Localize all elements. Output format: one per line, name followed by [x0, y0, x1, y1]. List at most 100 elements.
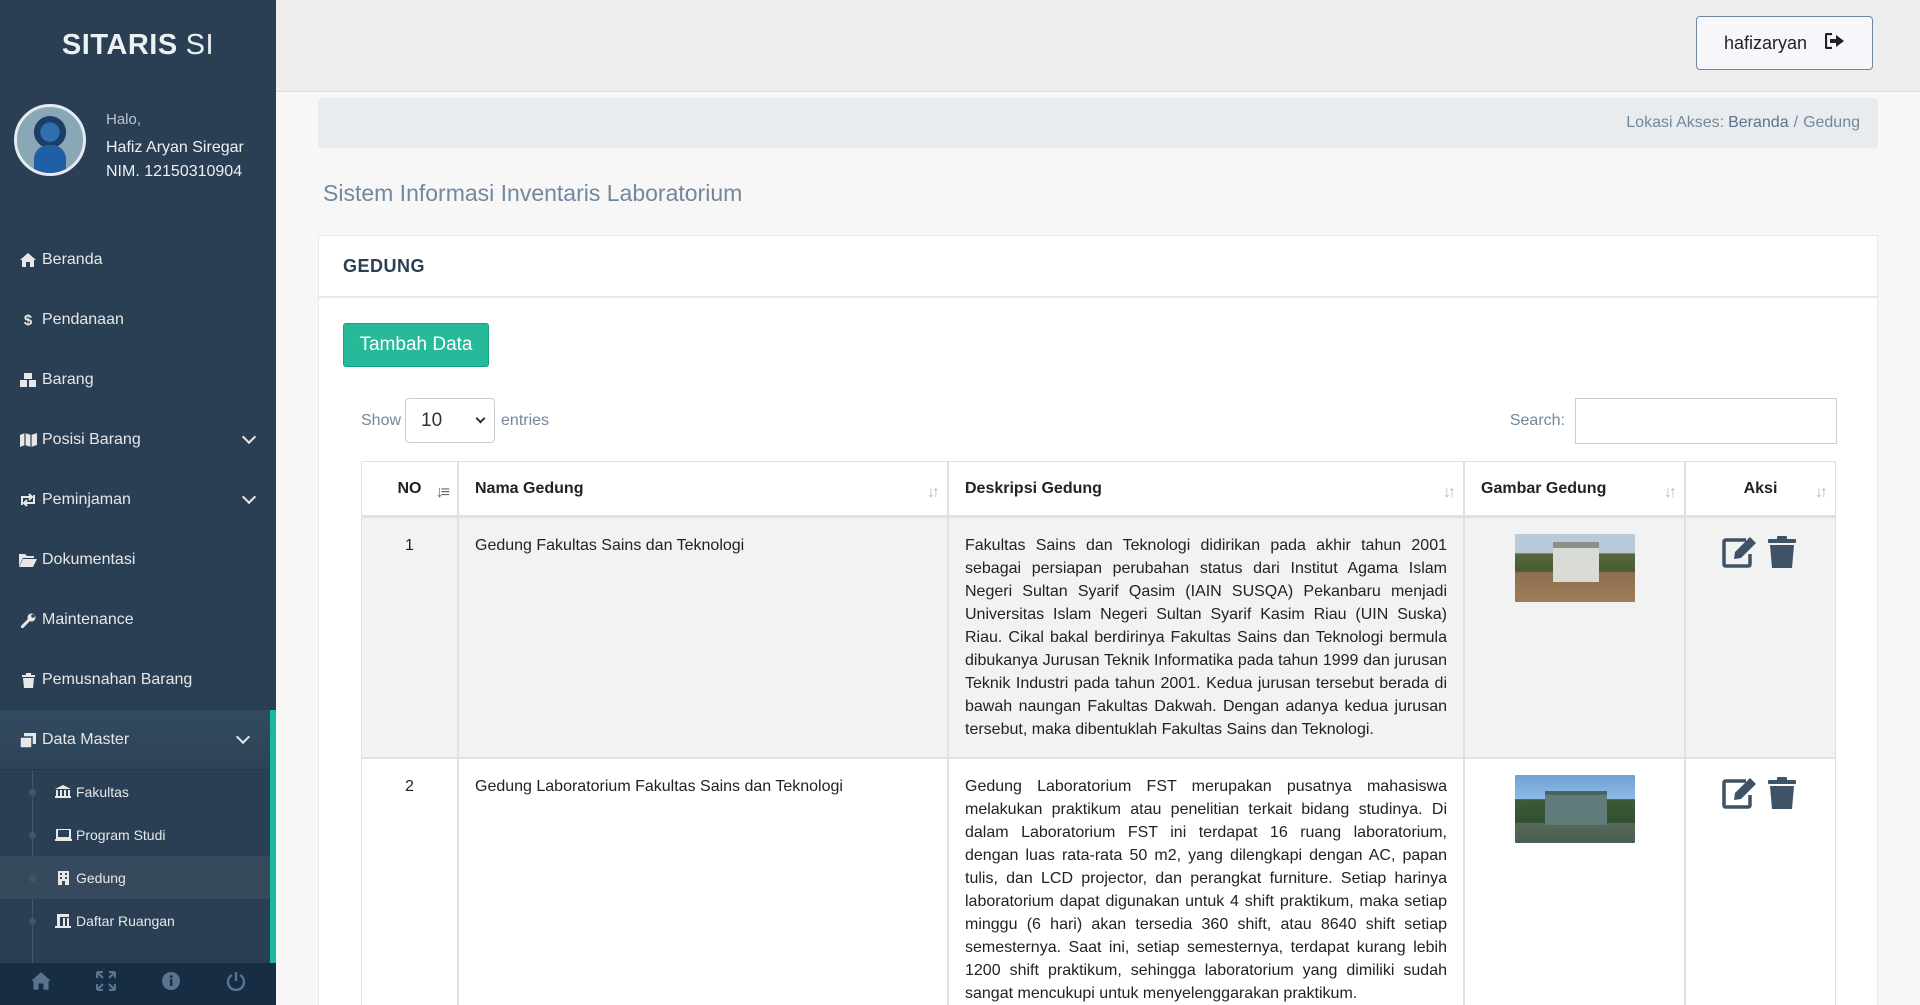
sidebar-item-label: Pendanaan — [42, 311, 124, 328]
sidebar-item-data-master[interactable]: Data Master — [0, 710, 276, 770]
entries-select[interactable]: 10 — [405, 398, 496, 443]
breadcrumb-current: Gedung — [1803, 114, 1860, 131]
search-input[interactable] — [1575, 398, 1837, 444]
sidebar-item-maintenance[interactable]: Maintenance — [0, 590, 276, 650]
sidebar-item-label: Barang — [42, 371, 94, 388]
dollar-icon: $ — [23, 311, 33, 329]
cell-gambar — [1464, 517, 1685, 758]
sidebar-item-label: Peminjaman — [42, 491, 131, 508]
cell-deskripsi: Gedung Laboratorium FST merupakan pusatn… — [948, 758, 1464, 1005]
submenu-item-label: Gedung — [76, 869, 126, 886]
column-header-no[interactable]: NO ↓≡ — [361, 461, 458, 517]
cell-gambar — [1464, 758, 1685, 1005]
delete-icon[interactable] — [1763, 534, 1801, 570]
sidebar-item-pemusnahan-barang[interactable]: Pemusnahan Barang — [0, 650, 276, 710]
panel-title: GEDUNG — [319, 236, 1877, 298]
sign-out-icon — [1824, 32, 1845, 54]
gedung-panel: GEDUNG Tambah Data Show 10 entries Searc… — [318, 235, 1878, 1005]
sidebar-item-posisi-barang[interactable]: Posisi Barang — [0, 410, 276, 470]
folder-open-icon — [18, 553, 38, 567]
submenu-item-fakultas[interactable]: Fakultas — [0, 770, 270, 813]
column-header-nama-gedung[interactable]: Nama Gedung ↓↑ — [458, 461, 948, 517]
power-icon[interactable] — [216, 971, 256, 997]
edit-icon[interactable] — [1721, 775, 1759, 811]
column-header-label: NO — [397, 479, 422, 497]
trash-icon — [18, 672, 38, 688]
main-content: Lokasi Akses: Beranda / Gedung Sistem In… — [276, 92, 1920, 1005]
profile-greeting: Halo, — [106, 111, 142, 128]
sidebar-footer — [0, 963, 276, 1005]
submenu-item-daftar-ruangan[interactable]: Daftar Ruangan — [0, 899, 270, 942]
add-data-button[interactable]: Tambah Data — [343, 323, 489, 367]
table-row: 1 Gedung Fakultas Sains dan Teknologi Fa… — [361, 517, 1836, 758]
breadcrumb-prefix: Lokasi Akses: — [1626, 114, 1725, 131]
chevron-down-icon — [241, 429, 257, 445]
cell-nama-gedung: Gedung Laboratorium Fakultas Sains dan T… — [458, 758, 948, 1005]
building-thumbnail[interactable] — [1514, 775, 1635, 843]
entries-label: entries — [501, 411, 550, 429]
entries-length-control: Show 10 entries — [361, 398, 549, 443]
submenu-item-program-studi[interactable]: Program Studi — [0, 813, 270, 856]
building-thumbnail[interactable] — [1514, 534, 1635, 602]
cell-no: 1 — [361, 517, 458, 758]
table-row: 2 Gedung Laboratorium Fakultas Sains dan… — [361, 758, 1836, 1005]
cell-nama-gedung: Gedung Fakultas Sains dan Teknologi — [458, 517, 948, 758]
sidebar-item-label: Posisi Barang — [42, 431, 141, 448]
info-icon[interactable] — [151, 971, 191, 997]
sidebar-item-barang[interactable]: Barang — [0, 350, 276, 410]
map-icon — [18, 433, 38, 447]
user-logout-button[interactable]: hafizaryan — [1696, 16, 1873, 70]
cell-aksi — [1685, 758, 1836, 1005]
page-title: Sistem Informasi Inventaris Laboratorium — [323, 180, 743, 206]
entries-select-value: 10 — [421, 409, 443, 431]
brand-title: SITARIS — [61, 28, 178, 61]
fullscreen-icon[interactable] — [86, 970, 126, 997]
column-header-label: Nama Gedung — [475, 479, 584, 497]
sidebar-item-label: Data Master — [42, 731, 130, 748]
submenu-item-gedung[interactable]: Gedung — [0, 856, 270, 899]
breadcrumb-separator: / — [1793, 114, 1799, 131]
column-header-deskripsi-gedung[interactable]: Deskripsi Gedung ↓↑ — [948, 461, 1464, 517]
sidebar-item-label: Maintenance — [42, 611, 134, 628]
search-label: Search: — [1509, 412, 1565, 429]
chevron-down-icon — [475, 413, 486, 424]
search-control: Search: — [1510, 398, 1837, 444]
cell-aksi — [1685, 517, 1836, 758]
sidebar: SITARIS SI Halo, Hafiz Aryan Siregar NIM… — [0, 0, 276, 1005]
avatar — [14, 104, 86, 176]
chevron-down-icon — [241, 489, 257, 505]
column-header-gambar-gedung[interactable]: Gambar Gedung ↓↑ — [1464, 461, 1685, 517]
column-header-aksi[interactable]: Aksi ↓↑ — [1685, 461, 1836, 517]
sort-icon: ↓↑ — [1664, 484, 1677, 501]
cubes-icon — [18, 373, 38, 387]
sort-icon: ↓↑ — [1815, 484, 1828, 501]
brand-logo[interactable]: SITARIS SI — [0, 0, 276, 90]
top-navbar: hafizaryan — [276, 0, 1920, 92]
sidebar-item-dokumentasi[interactable]: Dokumentasi — [0, 530, 276, 590]
sidebar-item-peminjaman[interactable]: Peminjaman — [0, 470, 276, 530]
sort-icon: ↓↑ — [927, 484, 940, 501]
data-master-submenu: Fakultas Program Studi Gedung Daftar Rua… — [0, 770, 276, 970]
cell-no: 2 — [361, 758, 458, 1005]
submenu-item-label: Program Studi — [76, 826, 166, 843]
chevron-down-icon — [235, 729, 251, 745]
sidebar-item-label: Beranda — [42, 251, 103, 268]
breadcrumb-home-link[interactable]: Beranda — [1728, 114, 1789, 132]
sort-icon: ↓↑ — [1443, 484, 1456, 501]
sidebar-item-pendanaan[interactable]: $ Pendanaan — [0, 290, 276, 350]
building-icon — [54, 870, 72, 885]
footer-home-icon[interactable] — [21, 972, 61, 996]
submenu-item-label: Fakultas — [76, 783, 129, 800]
cell-deskripsi: Fakultas Sains dan Teknologi didirikan p… — [948, 517, 1464, 758]
gedung-table: NO ↓≡ Nama Gedung ↓↑ Deskripsi Gedung ↓↑ Ga… — [361, 461, 1836, 1005]
bank-icon — [54, 913, 72, 928]
column-header-label: Aksi — [1743, 479, 1778, 497]
profile-nim: NIM. 12150310904 — [106, 163, 243, 180]
edit-icon[interactable] — [1721, 534, 1759, 570]
profile-section: Halo, Hafiz Aryan Siregar NIM. 121503109… — [0, 90, 276, 230]
column-header-label: Deskripsi Gedung — [965, 479, 1102, 497]
breadcrumb: Lokasi Akses: Beranda / Gedung — [318, 98, 1878, 148]
wrench-icon — [18, 613, 38, 628]
delete-icon[interactable] — [1763, 775, 1801, 811]
sidebar-item-beranda[interactable]: Beranda — [0, 230, 276, 290]
